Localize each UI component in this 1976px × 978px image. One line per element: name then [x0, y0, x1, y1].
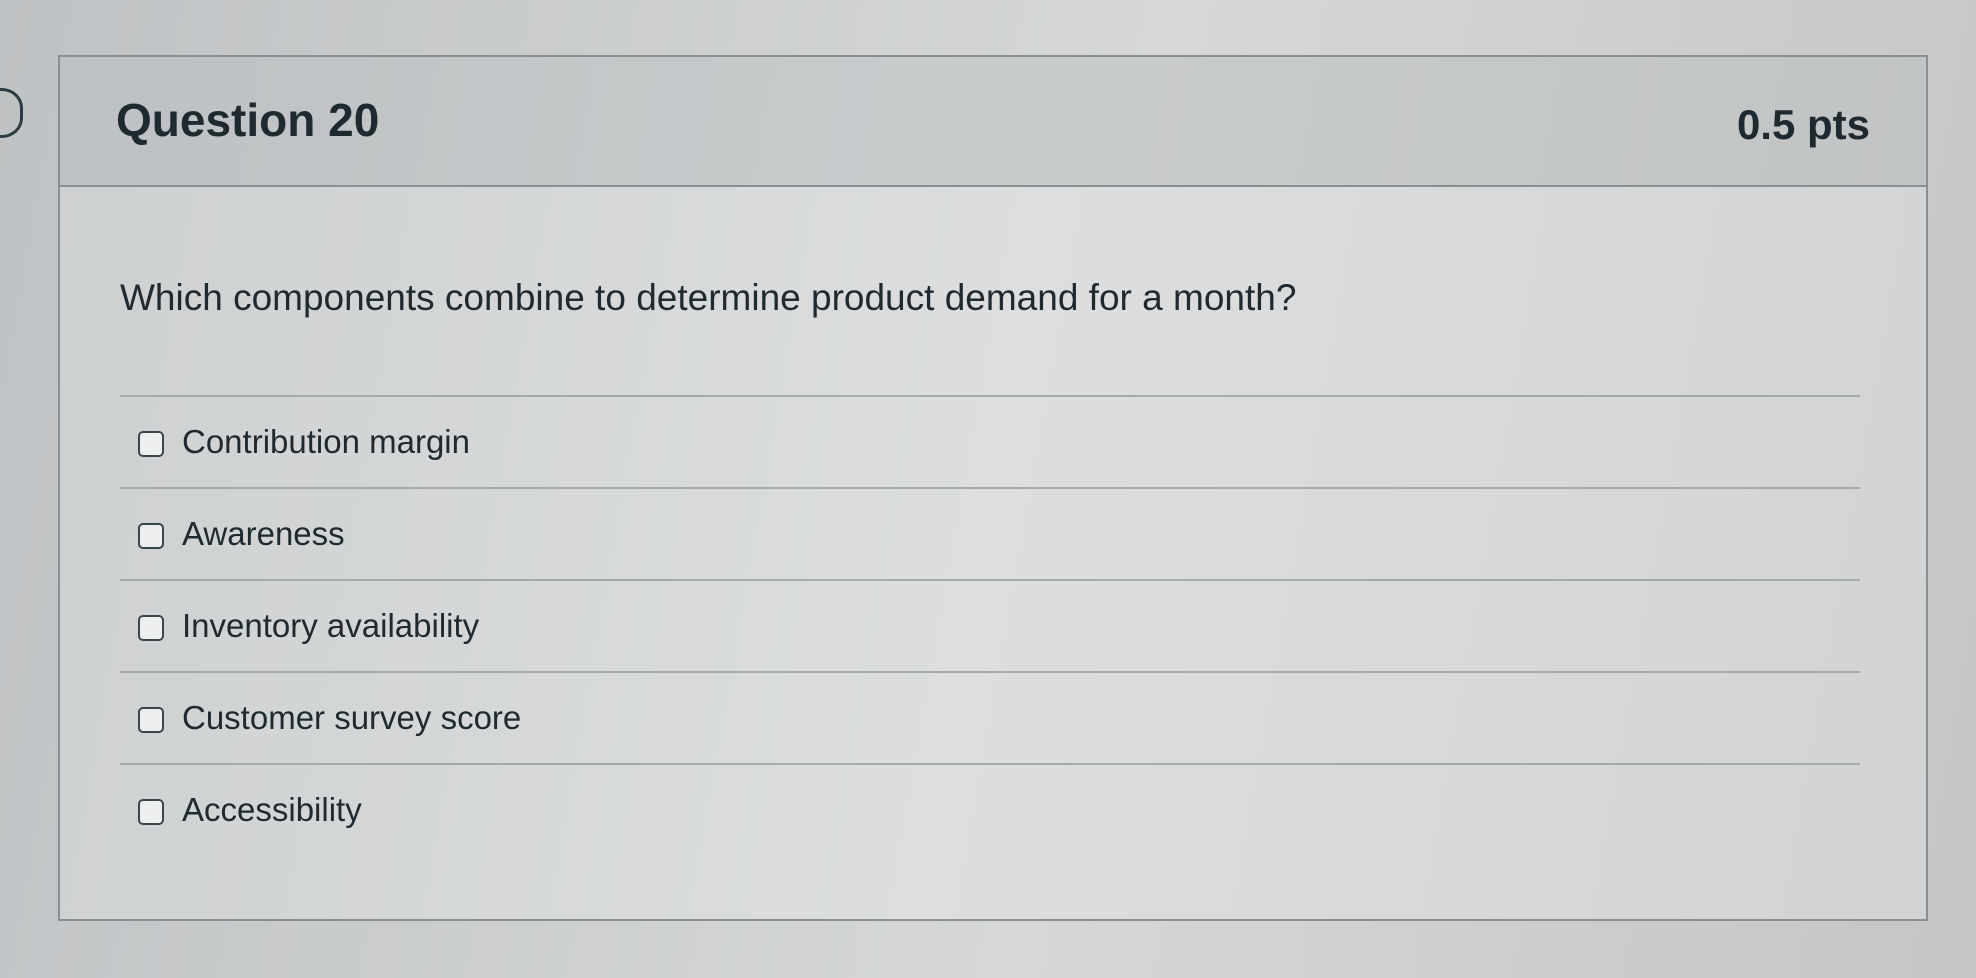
- answer-option-customer-survey-score[interactable]: Customer survey score: [120, 671, 1860, 763]
- question-text: Which components combine to determine pr…: [120, 277, 1297, 318]
- answer-list: Contribution margin Awareness Inventory …: [120, 395, 1860, 855]
- answer-option-contribution-margin[interactable]: Contribution margin: [120, 395, 1860, 487]
- question-points: 0.5 pts: [1736, 101, 1870, 148]
- checkbox-icon[interactable]: [138, 799, 164, 825]
- answer-label[interactable]: Accessibility: [182, 791, 362, 829]
- answer-option-accessibility[interactable]: Accessibility: [120, 763, 1860, 855]
- question-header: Question 20 0.5 pts: [60, 57, 1926, 187]
- answer-label[interactable]: Contribution margin: [182, 423, 470, 461]
- answer-label[interactable]: Inventory availability: [182, 607, 479, 645]
- answer-option-awareness[interactable]: Awareness: [120, 487, 1860, 579]
- answer-label[interactable]: Awareness: [182, 515, 345, 553]
- answer-label[interactable]: Customer survey score: [182, 699, 521, 737]
- checkbox-icon[interactable]: [138, 707, 164, 733]
- question-title: Question 20: [116, 94, 380, 146]
- checkbox-icon[interactable]: [138, 431, 164, 457]
- question-card: Question 20 0.5 pts Which components com…: [58, 55, 1928, 921]
- answer-option-inventory-availability[interactable]: Inventory availability: [120, 579, 1860, 671]
- checkbox-icon[interactable]: [138, 523, 164, 549]
- checkbox-icon[interactable]: [138, 615, 164, 641]
